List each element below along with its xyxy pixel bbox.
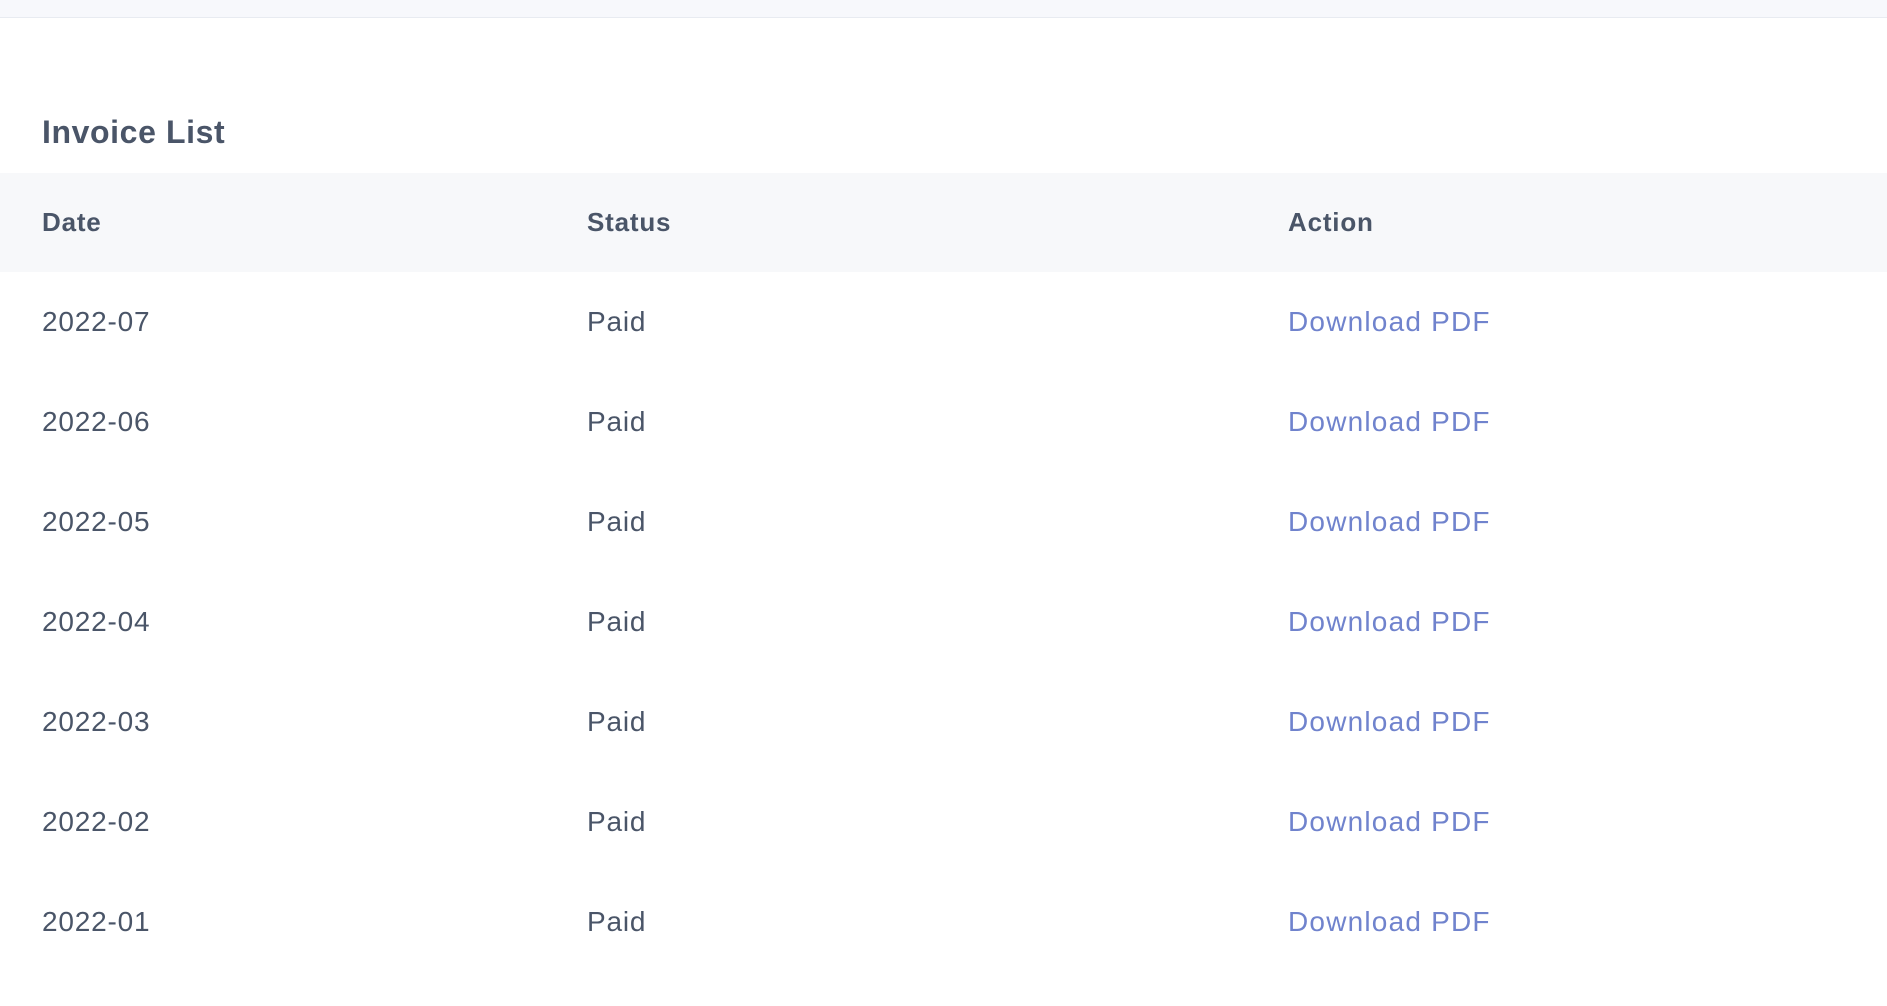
download-pdf-link[interactable]: Download PDF <box>1288 306 1491 337</box>
download-pdf-link[interactable]: Download PDF <box>1288 606 1491 637</box>
invoice-status: Paid <box>587 306 647 337</box>
invoice-date: 2022-04 <box>42 606 151 637</box>
table-row: 2022-05 Paid Download PDF <box>0 472 1887 572</box>
column-header-action: Action <box>1288 207 1374 237</box>
invoice-date: 2022-06 <box>42 406 151 437</box>
table-header-row: Date Status Action <box>0 173 1887 272</box>
action-cell: Download PDF <box>1288 572 1887 672</box>
table-row: 2022-06 Paid Download PDF <box>0 372 1887 472</box>
invoice-status: Paid <box>587 506 647 537</box>
table-row: 2022-07 Paid Download PDF <box>0 272 1887 372</box>
action-cell: Download PDF <box>1288 372 1887 472</box>
invoice-date: 2022-03 <box>42 706 151 737</box>
table-row: 2022-04 Paid Download PDF <box>0 572 1887 672</box>
column-header-date: Date <box>42 207 102 237</box>
invoice-status: Paid <box>587 906 647 937</box>
invoice-table: Date Status Action 2022-07 Paid Download… <box>0 173 1887 972</box>
download-pdf-link[interactable]: Download PDF <box>1288 506 1491 537</box>
download-pdf-link[interactable]: Download PDF <box>1288 906 1491 937</box>
invoice-date: 2022-01 <box>42 906 151 937</box>
invoice-status: Paid <box>587 806 647 837</box>
action-cell: Download PDF <box>1288 872 1887 972</box>
column-header-status: Status <box>587 207 672 237</box>
invoice-date: 2022-07 <box>42 306 151 337</box>
invoice-list-title: Invoice List <box>42 114 226 150</box>
invoice-date: 2022-05 <box>42 506 151 537</box>
invoice-date: 2022-02 <box>42 806 151 837</box>
invoice-status: Paid <box>587 606 647 637</box>
action-cell: Download PDF <box>1288 772 1887 872</box>
table-body: 2022-07 Paid Download PDF 2022-06 Paid D… <box>0 272 1887 972</box>
download-pdf-link[interactable]: Download PDF <box>1288 406 1491 437</box>
action-cell: Download PDF <box>1288 472 1887 572</box>
invoice-status: Paid <box>587 706 647 737</box>
invoice-status: Paid <box>587 406 647 437</box>
top-strip <box>0 0 1887 18</box>
table-row: 2022-03 Paid Download PDF <box>0 672 1887 772</box>
table-row: 2022-01 Paid Download PDF <box>0 872 1887 972</box>
table-header: Date Status Action <box>0 173 1887 272</box>
action-cell: Download PDF <box>1288 272 1887 372</box>
download-pdf-link[interactable]: Download PDF <box>1288 706 1491 737</box>
table-row: 2022-02 Paid Download PDF <box>0 772 1887 872</box>
action-cell: Download PDF <box>1288 672 1887 772</box>
download-pdf-link[interactable]: Download PDF <box>1288 806 1491 837</box>
